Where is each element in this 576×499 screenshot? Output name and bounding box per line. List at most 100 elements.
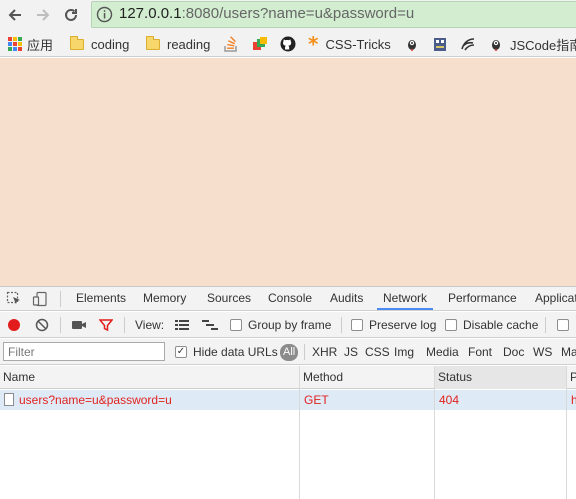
url-path: :8080/users?name=u&password=u (181, 5, 415, 22)
filter-type-manifest[interactable]: Ma (561, 339, 576, 365)
device-toolbar-button[interactable] (31, 290, 49, 308)
url-text: 127.0.0.1:8080/users?name=u&password=u (119, 5, 414, 22)
tab-elements[interactable]: Elements (76, 287, 126, 310)
device-mobile-icon (32, 291, 47, 307)
column-header-name[interactable]: Name (0, 366, 299, 389)
info-icon[interactable] (96, 6, 113, 23)
divider (60, 317, 61, 333)
divider (341, 317, 342, 333)
bookmark-stackoverflow[interactable] (224, 35, 238, 53)
offline-checkbox[interactable] (557, 312, 575, 338)
bird-icon (492, 40, 500, 51)
disable-cache-checkbox[interactable]: Disable cache (445, 312, 538, 338)
divider (304, 344, 305, 360)
record-button[interactable] (7, 312, 21, 338)
bookmark-github[interactable] (280, 35, 296, 53)
hide-data-urls-checkbox[interactable]: ✓ Hide data URLs (175, 339, 278, 365)
bookmark-label: coding (91, 36, 130, 52)
bookmark-swirl[interactable] (460, 35, 476, 53)
checkbox[interactable] (557, 319, 569, 331)
tab-performance[interactable]: Performance (448, 287, 517, 310)
bookmark-jscode[interactable]: JSCode指南 (489, 35, 576, 53)
request-status: 404 (439, 393, 460, 407)
swirl-icon (461, 38, 475, 51)
clear-button[interactable] (35, 312, 49, 338)
filter-bar: ✓ Hide data URLs All XHR JS CSS Img Media… (0, 339, 576, 365)
bookmark-robot[interactable] (433, 35, 447, 53)
back-button[interactable] (4, 5, 26, 25)
filter-type-img[interactable]: Img (394, 339, 414, 365)
filter-toggle-button[interactable] (99, 312, 113, 338)
filter-funnel-icon (99, 319, 113, 332)
bookmarks-bar: 应用 coding reading * CSS-Tricks JSCode指南 (0, 31, 576, 57)
clear-icon (35, 318, 49, 332)
waterfall-icon (202, 320, 218, 330)
column-divider[interactable] (434, 366, 435, 499)
group-by-frame-checkbox[interactable]: Group by frame (230, 312, 331, 338)
column-divider[interactable] (299, 366, 300, 499)
browser-toolbar: 127.0.0.1:8080/users?name=u&password=u (0, 0, 576, 31)
reload-icon (65, 8, 77, 21)
waterfall-view-button[interactable] (201, 312, 219, 338)
tab-network[interactable]: Network (377, 287, 434, 310)
filter-type-xhr[interactable]: XHR (312, 339, 337, 365)
filter-type-doc[interactable]: Doc (503, 339, 524, 365)
disable-cache-label: Disable cache (463, 318, 539, 332)
document-icon (4, 393, 14, 406)
checkbox-checked[interactable]: ✓ (175, 346, 187, 358)
bookmark-apps[interactable]: 应用 (8, 35, 53, 53)
github-icon (280, 36, 296, 52)
folder-icon (70, 35, 84, 50)
checkbox[interactable] (445, 319, 457, 331)
filter-type-font[interactable]: Font (468, 339, 492, 365)
divider (124, 317, 125, 333)
column-header-method[interactable]: Method (300, 366, 434, 389)
bookmark-bird[interactable] (405, 35, 419, 53)
tab-sources[interactable]: Sources (207, 287, 251, 310)
divider (60, 291, 61, 307)
filter-type-media[interactable]: Media (426, 339, 459, 365)
view-label: View: (135, 318, 165, 332)
bookmark-label: reading (167, 36, 211, 52)
bookmark-coding[interactable]: coding (70, 35, 129, 53)
inspect-element-button[interactable] (5, 290, 23, 308)
inspect-cursor-icon (6, 291, 20, 304)
filter-type-all[interactable]: All (280, 344, 299, 361)
column-header-protocol[interactable]: P (567, 366, 576, 389)
preserve-log-checkbox[interactable]: Preserve log (351, 312, 436, 338)
filter-type-js[interactable]: JS (344, 339, 358, 365)
address-bar[interactable]: 127.0.0.1:8080/users?name=u&password=u (91, 1, 576, 28)
checkbox[interactable] (351, 319, 363, 331)
reload-button[interactable] (60, 5, 82, 25)
checkbox[interactable] (230, 319, 242, 331)
column-header-status[interactable]: Status (435, 366, 566, 389)
group-by-frame-label: Group by frame (248, 318, 332, 332)
forward-button[interactable] (32, 5, 54, 25)
bird-icon (408, 40, 416, 51)
tab-console[interactable]: Console (268, 287, 312, 310)
tab-memory[interactable]: Memory (143, 287, 186, 310)
filter-type-ws[interactable]: WS (533, 339, 552, 365)
large-rows-button[interactable] (174, 312, 190, 338)
bookmark-css-tricks[interactable]: * CSS-Tricks (308, 34, 391, 54)
tab-application[interactable]: Applicati (535, 287, 576, 310)
bookmark-label: JSCode指南 (510, 37, 576, 53)
preserve-log-label: Preserve log (369, 318, 437, 332)
devtools-tab-bar: Elements Memory Sources Console Audits N… (0, 287, 576, 311)
bookmark-reading[interactable]: reading (146, 35, 210, 53)
back-arrow-icon (8, 9, 21, 21)
table-row[interactable]: users?name=u&password=u GET 404 h (0, 390, 576, 410)
screenshot-button[interactable] (71, 312, 87, 338)
table-header: Name Method Status P (0, 366, 576, 389)
request-method: GET (304, 393, 329, 407)
column-divider[interactable] (566, 366, 567, 499)
apps-grid-icon (8, 37, 22, 51)
filter-type-css[interactable]: CSS (365, 339, 390, 365)
hide-data-urls-label: Hide data URLs (193, 345, 278, 359)
colorful-cube-icon (253, 37, 267, 50)
bookmark-cube[interactable] (252, 35, 268, 53)
tab-audits[interactable]: Audits (330, 287, 363, 310)
filter-input[interactable] (3, 342, 165, 361)
list-view-icon (175, 320, 189, 330)
request-name-cell: users?name=u&password=u (4, 390, 172, 410)
